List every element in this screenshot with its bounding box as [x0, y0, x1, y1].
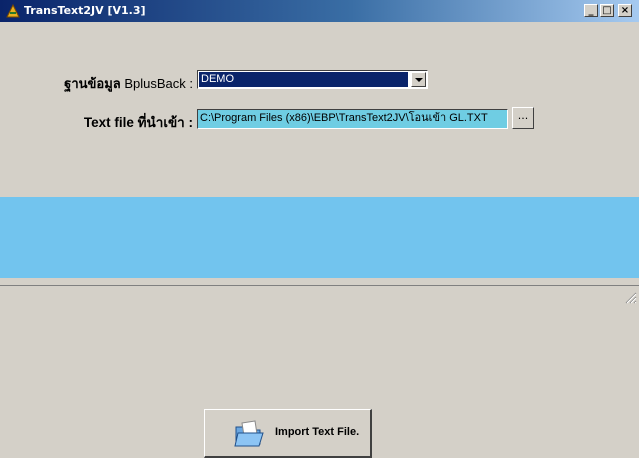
window-title: TransText2JV [V1.3]: [24, 4, 146, 17]
textfile-path-field[interactable]: C:\Program Files (x86)\EBP\TransText2JV\…: [197, 109, 508, 129]
maximize-button[interactable]: □: [600, 4, 614, 17]
database-label: ฐานข้อมูล BplusBack :: [64, 73, 193, 94]
app-icon: [6, 3, 20, 18]
database-label-suffix: BplusBack :: [120, 76, 193, 91]
folder-open-icon: [234, 420, 264, 447]
textfile-label: Text file ที่นำเข้า :: [83, 115, 193, 130]
browse-button[interactable]: ...: [512, 107, 534, 129]
database-selected-value: DEMO: [199, 72, 408, 87]
chevron-down-icon[interactable]: [411, 72, 426, 87]
minimize-button[interactable]: _: [584, 4, 598, 17]
status-bar: [0, 285, 639, 306]
action-panel: Import Text File.: [0, 197, 639, 458]
resize-grip-icon[interactable]: [625, 292, 637, 304]
title-bar[interactable]: TransText2JV [V1.3] _ □ ×: [0, 0, 639, 22]
database-dropdown[interactable]: DEMO: [197, 70, 428, 89]
close-button[interactable]: ×: [618, 4, 632, 17]
import-text-file-button[interactable]: Import Text File.: [204, 409, 372, 458]
database-label-thai: ฐานข้อมูล: [64, 76, 121, 91]
main-window: TransText2JV [V1.3] _ □ × ฐานข้อมูล Bplu…: [0, 0, 639, 458]
import-button-label: Import Text File.: [275, 426, 360, 438]
